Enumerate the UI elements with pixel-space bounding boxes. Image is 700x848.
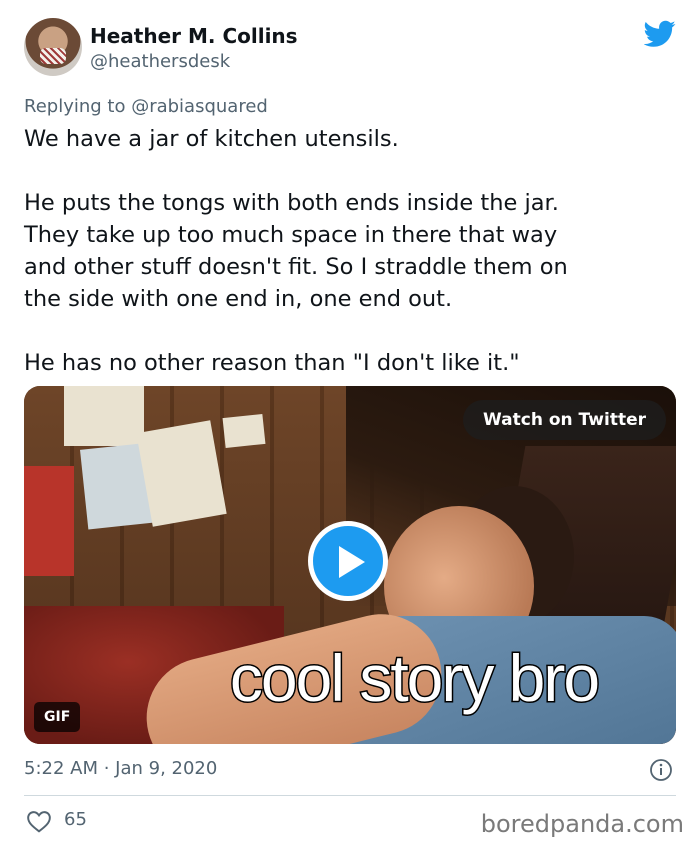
tweet-line: We have a jar of kitchen utensils.: [24, 126, 399, 152]
like-count: 65: [64, 809, 87, 830]
gif-media[interactable]: Watch on Twitter cool story bro GIF: [24, 386, 676, 744]
twitter-bird-icon[interactable]: [644, 20, 676, 48]
wall-poster: [222, 413, 266, 449]
watch-on-twitter-button[interactable]: Watch on Twitter: [463, 400, 666, 440]
tweet-timestamp[interactable]: 5:22 AM · Jan 9, 2020: [24, 758, 217, 779]
play-button[interactable]: [308, 521, 388, 601]
watermark: boredpanda.com: [480, 810, 684, 838]
gif-badge: GIF: [34, 702, 81, 732]
wall-poster: [136, 420, 227, 527]
heart-icon[interactable]: [26, 809, 52, 833]
tweet-line: and other stuff doesn't fit. So I stradd…: [24, 254, 568, 280]
gif-caption: cool story bro: [228, 640, 601, 717]
tweet-line: He has no other reason than "I don't lik…: [24, 350, 520, 376]
info-icon[interactable]: [649, 758, 673, 782]
face-mask-pattern: [40, 48, 66, 64]
tweet-line: They take up too much space in there tha…: [24, 222, 558, 248]
wall-poster: [24, 466, 74, 576]
divider: [24, 795, 676, 796]
tweet-line: He puts the tongs with both ends inside …: [24, 190, 559, 216]
tweet-text: We have a jar of kitchen utensils. He pu…: [24, 123, 674, 379]
replying-to-line[interactable]: Replying to @rabiasquared: [24, 96, 268, 117]
play-icon: [339, 546, 365, 578]
tweet-line: the side with one end in, one end out.: [24, 286, 453, 312]
author-handle[interactable]: @heathersdesk: [90, 51, 230, 72]
author-display-name[interactable]: Heather M. Collins: [90, 24, 298, 48]
wall-poster: [64, 386, 144, 446]
avatar[interactable]: [24, 18, 82, 76]
